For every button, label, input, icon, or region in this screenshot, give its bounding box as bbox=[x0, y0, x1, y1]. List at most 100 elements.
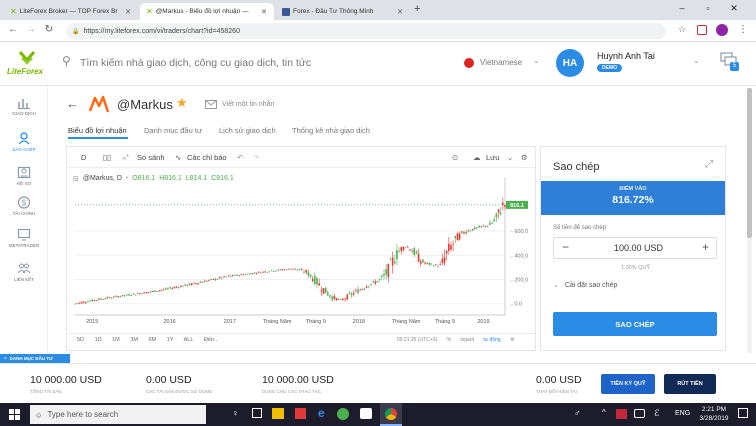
interval-select[interactable]: D bbox=[81, 153, 86, 162]
maximize-button[interactable]: ▫ bbox=[698, 3, 718, 13]
candle-body bbox=[186, 284, 189, 286]
tray-app-icon[interactable] bbox=[616, 409, 627, 419]
search-input[interactable]: Tìm kiếm nhà giao dịch, công cụ giao dịc… bbox=[80, 57, 380, 69]
chevron-down-icon[interactable]: ⌄ bbox=[533, 56, 540, 65]
network-icon[interactable]: ℰ bbox=[654, 408, 659, 419]
timeframe-6m[interactable]: 6M bbox=[148, 337, 156, 343]
gear-icon[interactable]: ⚙ bbox=[521, 153, 528, 162]
minimize-button[interactable]: – bbox=[672, 3, 692, 13]
deposit-button[interactable]: TIỀN KÝ QUỸ bbox=[601, 374, 655, 394]
notifications-icon[interactable]: 5 bbox=[720, 52, 739, 71]
mail-icon[interactable] bbox=[360, 408, 372, 419]
profile-icon[interactable] bbox=[716, 24, 728, 36]
candle-body bbox=[234, 274, 236, 276]
input-language[interactable]: ENG bbox=[675, 410, 690, 417]
forward-arrow-icon[interactable]: → bbox=[24, 24, 38, 35]
camera-icon[interactable]: ⊙ bbox=[452, 153, 458, 162]
edge-icon[interactable]: e bbox=[318, 406, 325, 420]
page-scrollbar[interactable] bbox=[747, 88, 752, 353]
save-button[interactable]: Lưu bbox=[486, 153, 499, 162]
browser-tab-liteforex[interactable]: ✕ LiteForex Broker — TOP Forex Br ✕ bbox=[4, 3, 138, 20]
more-menu-icon[interactable]: ⋮ bbox=[736, 24, 750, 35]
profit-chart[interactable]: - 0.0 - 200.0 - 400.0 - 600.0 2015 2016 2017 Th… bbox=[71, 169, 533, 329]
nav-item-trading[interactable]: GIAO DỊCH bbox=[0, 96, 48, 116]
amount-stepper[interactable]: − 100.00 USD + bbox=[553, 237, 717, 259]
people-icon[interactable]: ♂ bbox=[574, 408, 581, 418]
timeframe-1d[interactable]: 1D bbox=[95, 337, 102, 343]
write-message-button[interactable]: Viết một tin nhắn bbox=[205, 97, 274, 111]
expand-icon[interactable]: ⤢ bbox=[705, 159, 713, 170]
favorite-star-icon[interactable]: ★ bbox=[176, 95, 188, 111]
candles-icon[interactable]: ▯▯ bbox=[103, 153, 111, 162]
copy-button[interactable]: SAO CHÉP bbox=[553, 312, 717, 336]
chevron-down-icon[interactable]: ⌄ bbox=[507, 153, 513, 162]
avatar[interactable]: HA bbox=[556, 49, 584, 77]
file-explorer-icon[interactable] bbox=[272, 408, 284, 419]
clock-date[interactable]: 3/28/2019 bbox=[696, 415, 732, 422]
portfolio-toggle[interactable]: ^ DANH MỤC ĐẦU TƯ bbox=[0, 354, 70, 363]
browser-tab-markus[interactable]: ✕ @Markus - Biểu đồ lợi nhuận — ✕ bbox=[140, 3, 274, 20]
close-tab-icon[interactable]: ✕ bbox=[260, 8, 268, 16]
last-price-label: 816.1 bbox=[510, 203, 524, 209]
redo-icon[interactable]: ↷ bbox=[253, 153, 259, 162]
timeframe-3m[interactable]: 3M bbox=[130, 337, 138, 343]
indicators-button[interactable]: Các chỉ báo bbox=[187, 153, 227, 162]
windows-start-icon[interactable] bbox=[9, 409, 20, 420]
compare-plus-icon[interactable]: ₀⁺ bbox=[123, 153, 130, 161]
user-name[interactable]: Huynh Anh Tai bbox=[597, 51, 655, 61]
microphone-icon[interactable]: ♀ bbox=[232, 408, 239, 418]
nav-item-finance[interactable]: $ TÀI CHÍNH bbox=[0, 196, 48, 216]
tab-trade-history[interactable]: Lịch sử giao dịch bbox=[219, 126, 276, 135]
battery-icon[interactable] bbox=[634, 409, 645, 418]
timeframe-1y[interactable]: 1Y bbox=[167, 337, 174, 343]
auto-toggle[interactable]: tự động bbox=[483, 337, 500, 343]
back-arrow-icon[interactable]: ← bbox=[6, 24, 20, 35]
reload-icon[interactable]: ↻ bbox=[42, 24, 56, 35]
cloud-icon[interactable]: ☁ bbox=[473, 153, 481, 162]
copy-settings-toggle[interactable]: ⌄ Cài đặt sao chép bbox=[553, 281, 617, 289]
chevron-up-icon[interactable]: ^ bbox=[602, 408, 606, 417]
new-tab-button[interactable]: + bbox=[414, 3, 420, 15]
chevron-down-icon[interactable]: ⌄ bbox=[693, 56, 700, 65]
undo-icon[interactable]: ↶ bbox=[237, 153, 243, 162]
minus-button[interactable]: − bbox=[562, 240, 569, 254]
close-window-button[interactable]: ✕ bbox=[724, 3, 744, 14]
extension-icon[interactable] bbox=[697, 25, 707, 35]
close-tab-icon[interactable]: ✕ bbox=[124, 8, 132, 16]
tab-profit-chart[interactable]: Biểu đồ lợi nhuận bbox=[68, 126, 127, 135]
amount-value[interactable]: 100.00 USD bbox=[614, 243, 663, 253]
percent-toggle[interactable]: % bbox=[447, 337, 451, 343]
tab-trader-stats[interactable]: Thống kê nhà giao dịch bbox=[292, 126, 370, 135]
timeframe-goto[interactable]: Đến... bbox=[204, 337, 219, 343]
log-toggle[interactable]: logarit bbox=[460, 337, 474, 343]
clock-time[interactable]: 2:21 PM bbox=[696, 406, 732, 413]
chrome-taskbar-button[interactable] bbox=[380, 403, 402, 426]
notifications-center-icon[interactable] bbox=[738, 408, 748, 418]
withdraw-button[interactable]: RÚT TIỀN bbox=[664, 374, 716, 394]
taskbar-search-input[interactable]: ○ Type here to search bbox=[30, 405, 206, 424]
timeframe-all[interactable]: ALL bbox=[184, 337, 194, 343]
nav-item-partners[interactable]: LIÊN KẾT bbox=[0, 262, 48, 282]
nav-item-profile[interactable]: HỒ SƠ bbox=[0, 166, 48, 186]
language-select[interactable]: Vietnamese bbox=[480, 58, 522, 67]
compare-button[interactable]: So sánh bbox=[137, 153, 165, 162]
tab-portfolio[interactable]: Danh mục đầu tư bbox=[144, 126, 202, 135]
indicators-wave-icon[interactable]: ∿ bbox=[175, 153, 181, 162]
url-field[interactable]: 🔒 https://my.liteforex.com/vi/traders/ch… bbox=[66, 23, 666, 39]
bookmark-star-icon[interactable]: ☆ bbox=[675, 24, 689, 35]
gear-icon[interactable]: ⚙ bbox=[510, 337, 514, 343]
plus-button[interactable]: + bbox=[702, 240, 709, 254]
browser-tab-forex[interactable]: Forex - Đầu Tư Thông Minh ✕ bbox=[276, 3, 410, 20]
store-icon[interactable] bbox=[295, 408, 306, 419]
green-app-icon[interactable] bbox=[337, 408, 349, 420]
scrollbar-thumb[interactable] bbox=[747, 88, 752, 238]
nav-item-copy[interactable]: SAO CHÉP bbox=[0, 132, 48, 152]
liteforex-logo[interactable]: LiteForex bbox=[4, 46, 50, 82]
nav-item-metatrader[interactable]: METATRADER bbox=[0, 228, 48, 248]
search-icon[interactable]: ⚲ bbox=[62, 54, 71, 68]
timeframe-5d[interactable]: 5D bbox=[77, 337, 84, 343]
back-arrow-icon[interactable]: ← bbox=[66, 96, 79, 111]
task-view-icon[interactable] bbox=[252, 408, 262, 418]
timeframe-1m[interactable]: 1M bbox=[112, 337, 120, 343]
close-tab-icon[interactable]: ✕ bbox=[396, 8, 404, 16]
